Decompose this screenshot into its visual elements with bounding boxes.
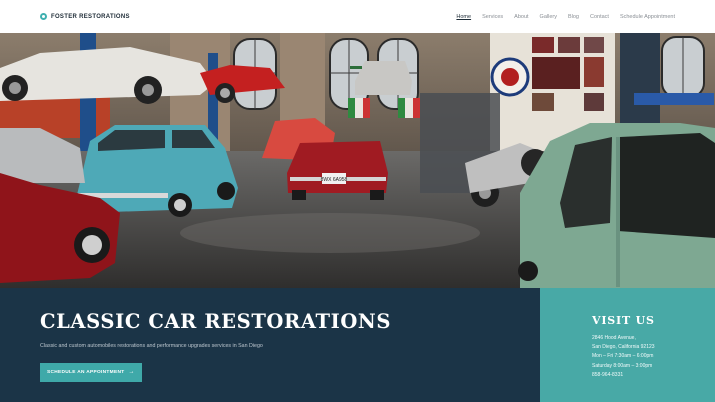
logo[interactable]: FOSTER RESTORATIONS	[40, 13, 130, 20]
page-subtitle: Classic and custom automobiles restorati…	[40, 342, 263, 349]
city-line: San Diego, California 92123	[592, 344, 655, 351]
license-plate: 8WX 6A958	[321, 177, 348, 183]
visit-details: 2846 Hood Avenue, San Diego, California …	[592, 334, 715, 380]
visit-us-panel: VISIT US 2846 Hood Avenue, San Diego, Ca…	[540, 288, 715, 402]
hero-image: 8WX 6A958	[0, 33, 715, 288]
site-header: FOSTER RESTORATIONS Home Services About …	[0, 0, 715, 33]
nav-contact[interactable]: Contact	[590, 14, 609, 20]
nav-blog[interactable]: Blog	[568, 14, 579, 20]
visit-title: VISIT US	[592, 314, 655, 327]
hero-band: CLASSIC CAR RESTORATIONS Classic and cus…	[0, 288, 540, 402]
page-title: CLASSIC CAR RESTORATIONS	[40, 310, 392, 333]
cta-label: SCHEDULE AN APPOINTMENT	[47, 369, 125, 375]
weekday-hours: Mon – Fri 7:30am – 6:00pm	[592, 353, 654, 360]
nav-gallery[interactable]: Gallery	[540, 14, 557, 20]
phone-number[interactable]: 858-964-8331	[592, 371, 715, 380]
address-line: 2846 Hood Avenue,	[592, 335, 636, 341]
nav-schedule-appointment[interactable]: Schedule Appointment	[620, 14, 675, 20]
nav-home[interactable]: Home	[456, 14, 471, 20]
green-fiat	[518, 123, 715, 288]
logo-circle-icon	[40, 13, 47, 20]
schedule-appointment-button[interactable]: SCHEDULE AN APPOINTMENT →	[40, 362, 142, 382]
nav-about[interactable]: About	[514, 14, 528, 20]
nav-services[interactable]: Services	[482, 14, 503, 20]
arrow-right-icon: →	[128, 369, 135, 375]
main-nav: Home Services About Gallery Blog Contact…	[445, 14, 675, 20]
logo-text: FOSTER RESTORATIONS	[51, 13, 130, 20]
red-convertible: 8WX 6A958	[287, 141, 388, 200]
saturday-hours: Saturday 8:00am – 3:00pm	[592, 362, 653, 369]
